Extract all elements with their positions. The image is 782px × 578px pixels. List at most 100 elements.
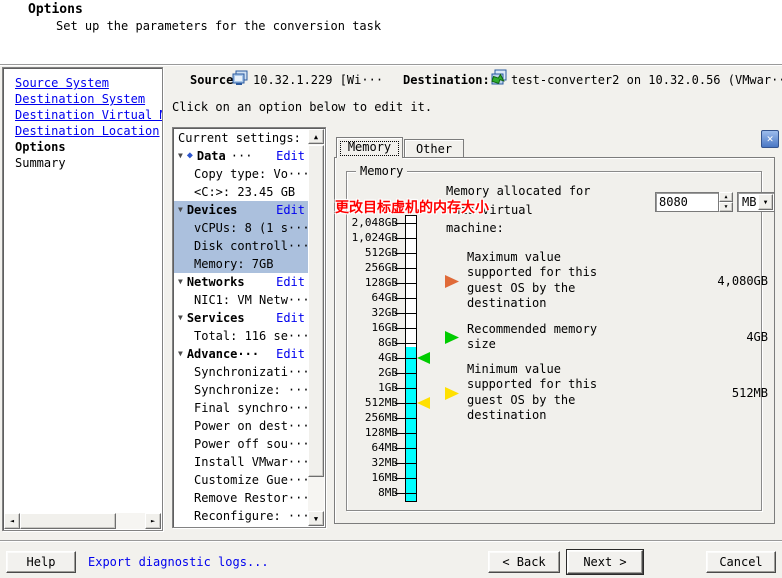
- tree-row-total-116-se[interactable]: Total: 116 se···: [174, 327, 309, 345]
- bar-tick: [406, 373, 416, 374]
- sidebar-item-source-system[interactable]: Source System: [15, 75, 162, 91]
- scroll-left-icon[interactable]: ◄: [4, 513, 20, 529]
- scale-tick-line: [395, 403, 405, 404]
- tree-row-final-synchro[interactable]: Final synchro···: [174, 399, 309, 417]
- legend-value: 512MB: [560, 386, 768, 400]
- tree-row-c-23-45-gb[interactable]: <C:>: 23.45 GB: [174, 183, 309, 201]
- edit-link-data[interactable]: Edit: [276, 147, 305, 165]
- group-label: Devices: [187, 201, 238, 219]
- scale-tick-label: 256GB: [326, 261, 398, 274]
- scale-tick-label: 16MB: [326, 471, 398, 484]
- page-title: Options: [28, 2, 83, 17]
- bar-tick: [406, 433, 416, 434]
- export-diagnostic-logs-link[interactable]: Export diagnostic logs...: [88, 555, 269, 569]
- diamond-icon: ◆: [187, 147, 193, 165]
- scale-tick-line: [395, 238, 405, 239]
- scale-tick-line: [395, 388, 405, 389]
- bar-tick: [406, 463, 416, 464]
- bar-tick: [406, 493, 416, 494]
- scale-tick-line: [395, 223, 405, 224]
- scale-tick-label: 128GB: [326, 276, 398, 289]
- item-label: Remove Restor···: [194, 489, 309, 507]
- scroll-up-icon[interactable]: ▲: [308, 129, 324, 144]
- tab-other[interactable]: Other: [404, 139, 464, 158]
- memory-value-input[interactable]: [655, 192, 719, 212]
- tab-memory[interactable]: Memory: [336, 137, 403, 158]
- edit-link-advance[interactable]: Edit: [276, 345, 305, 363]
- sidebar-item-destination-system[interactable]: Destination System: [15, 91, 162, 107]
- memory-unit-dropdown[interactable]: MB ▼: [737, 192, 775, 212]
- tree-vertical-scrollbar[interactable]: ▲ ▼: [308, 129, 324, 526]
- page-subtitle: Set up the parameters for the conversion…: [56, 19, 381, 33]
- scale-tick-label: 2GB: [326, 366, 398, 379]
- memory-groupbox-label: Memory: [356, 164, 407, 178]
- item-label: Customize Gue···: [194, 471, 309, 489]
- group-label: Data: [197, 147, 226, 165]
- tree-row-disk-controll[interactable]: Disk controll···: [174, 237, 309, 255]
- sidebar-item-destination-virtual-m[interactable]: Destination Virtual M: [15, 107, 162, 123]
- tree-row-install-vmwar[interactable]: Install VMwar···: [174, 453, 309, 471]
- edit-link-devices[interactable]: Edit: [276, 201, 305, 219]
- sidebar-item-destination-location[interactable]: Destination Location: [15, 123, 162, 139]
- current-settings-panel: Current settings:▼◆Data···EditCopy type:…: [172, 127, 326, 528]
- tree-row-copy-type-vo[interactable]: Copy type: Vo···: [174, 165, 309, 183]
- scale-tick-line: [395, 433, 405, 434]
- tree-row-data[interactable]: ▼◆Data···Edit: [174, 147, 309, 165]
- red-annotation-text: 更改目标虚机的内存大小: [335, 197, 489, 217]
- tree-row-services[interactable]: ▼ServicesEdit: [174, 309, 309, 327]
- scale-tick-label: 128MB: [326, 426, 398, 439]
- spinner-up-icon[interactable]: ▲: [719, 192, 733, 202]
- bar-tick: [406, 238, 416, 239]
- legend-value: 4,080GB: [560, 274, 768, 288]
- tree-row-power-off-sou[interactable]: Power off sou···: [174, 435, 309, 453]
- dropdown-arrow-icon[interactable]: ▼: [758, 194, 773, 210]
- item-label: Disk controll···: [194, 237, 309, 255]
- scale-tick-line: [395, 328, 405, 329]
- tree-row-reconfigure[interactable]: Reconfigure: ···: [174, 507, 309, 525]
- caret-down-icon: ▼: [178, 345, 183, 363]
- help-button[interactable]: Help: [6, 551, 76, 573]
- sidebar-horizontal-scrollbar[interactable]: ◄ ►: [4, 513, 161, 529]
- bar-tick: [406, 283, 416, 284]
- scroll-down-icon[interactable]: ▼: [308, 511, 324, 526]
- back-button[interactable]: < Back: [488, 551, 560, 573]
- alloc-line-3: machine:: [446, 219, 591, 238]
- scrollbar-thumb[interactable]: [308, 145, 324, 477]
- tree-row-synchronizati[interactable]: Synchronizati···: [174, 363, 309, 381]
- scale-tick-line: [395, 313, 405, 314]
- item-label: Synchronize: ···: [194, 381, 309, 399]
- caret-down-icon: ▼: [178, 273, 183, 291]
- scale-tick-label: 4GB: [326, 351, 398, 364]
- scale-tick-line: [395, 448, 405, 449]
- scrollbar-thumb[interactable]: [20, 513, 116, 529]
- scale-tick-line: [395, 463, 405, 464]
- scroll-right-icon[interactable]: ►: [145, 513, 161, 529]
- scale-tick-line: [395, 283, 405, 284]
- tree-row-memory-7gb[interactable]: Memory: 7GB: [174, 255, 309, 273]
- edit-link-services[interactable]: Edit: [276, 309, 305, 327]
- spinner-down-icon[interactable]: ▼: [719, 202, 733, 212]
- tree-row-devices[interactable]: ▼DevicesEdit: [174, 201, 309, 219]
- tab-focus-rect: [340, 141, 399, 156]
- edit-link-networks[interactable]: Edit: [276, 273, 305, 291]
- bar-tick: [406, 328, 416, 329]
- tree-row-remove-restor[interactable]: Remove Restor···: [174, 489, 309, 507]
- cancel-button[interactable]: Cancel: [706, 551, 776, 573]
- tree-row-networks[interactable]: ▼NetworksEdit: [174, 273, 309, 291]
- tree-row-power-on-dest[interactable]: Power on dest···: [174, 417, 309, 435]
- ellipsis-text: ···: [231, 147, 253, 165]
- memory-spinner[interactable]: ▲ ▼: [719, 192, 733, 212]
- scale-tick-line: [395, 493, 405, 494]
- tree-row-nic1-vm-netw[interactable]: NIC1: VM Netw···: [174, 291, 309, 309]
- close-icon[interactable]: ✕: [761, 130, 779, 148]
- tree-row-advance[interactable]: ▼Advance···Edit: [174, 345, 309, 363]
- destination-label: Destination:: [403, 73, 490, 87]
- item-label: Final synchro···: [194, 399, 309, 417]
- bar-tick: [406, 358, 416, 359]
- item-label: Total: 116 se···: [194, 327, 309, 345]
- tree-row-synchronize[interactable]: Synchronize: ···: [174, 381, 309, 399]
- tree-row-vcpus-8-1-s[interactable]: vCPUs: 8 (1 s···: [174, 219, 309, 237]
- next-button[interactable]: Next >: [567, 550, 643, 574]
- scale-tick-label: 8GB: [326, 336, 398, 349]
- tree-row-customize-gue[interactable]: Customize Gue···: [174, 471, 309, 489]
